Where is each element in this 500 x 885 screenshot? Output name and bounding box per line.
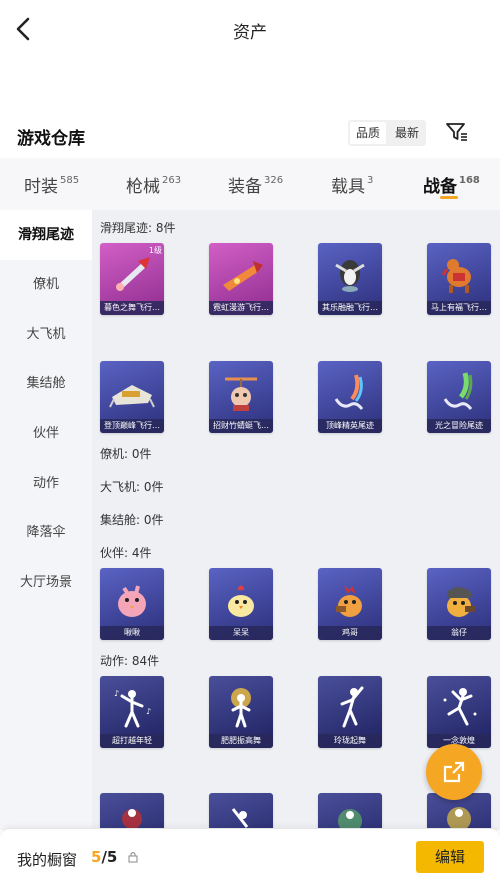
glide-trail-icon bbox=[334, 374, 364, 410]
tab-equipment[interactable]: 装备 326 bbox=[228, 172, 283, 197]
partner-icon bbox=[118, 585, 146, 617]
section-action-label: 动作: 84件 bbox=[100, 654, 160, 668]
page-title: 资产 bbox=[233, 23, 267, 43]
sort-newest-button[interactable]: 最新 bbox=[388, 120, 426, 146]
section-glide-label: 滑翔尾迹: 8件 bbox=[100, 221, 176, 235]
tab-guns[interactable]: 枪械 263 bbox=[126, 172, 181, 197]
share-icon bbox=[443, 761, 465, 783]
sidebar-item-capsule[interactable]: 集结舱 bbox=[0, 359, 92, 409]
lock-icon bbox=[128, 852, 138, 863]
dance-action-icon bbox=[231, 688, 251, 728]
item-card[interactable]: 招财竹蜻蜓飞… bbox=[209, 361, 273, 433]
tab-readiness[interactable]: 战备 168 bbox=[423, 172, 480, 197]
item-card[interactable] bbox=[318, 793, 382, 830]
dance-action-icon bbox=[447, 807, 471, 830]
sidebar-item-partner[interactable]: 伙伴 bbox=[0, 409, 92, 459]
item-card[interactable]: 鸡哥 bbox=[318, 568, 382, 640]
section-partner-label: 伙伴: 4件 bbox=[100, 546, 152, 560]
svg-text:♪: ♪ bbox=[114, 689, 119, 698]
item-card[interactable]: 玲珑起舞 bbox=[318, 676, 382, 748]
partner-icon bbox=[336, 586, 362, 617]
warehouse-title: 游戏仓库 bbox=[17, 129, 85, 149]
sidebar-item-wingman[interactable]: 僚机 bbox=[0, 260, 92, 310]
item-card[interactable]: 一念敦煌 bbox=[427, 676, 491, 748]
glide-trail-icon bbox=[443, 372, 473, 410]
glide-trail-icon bbox=[441, 259, 471, 293]
dance-action-icon bbox=[443, 688, 477, 726]
item-card[interactable]: 翁仔 bbox=[427, 568, 491, 640]
svg-text:♪: ♪ bbox=[146, 707, 151, 716]
showcase-label: 我的橱窗 bbox=[17, 851, 78, 869]
sidebar-item-parachute[interactable]: 降落伞 bbox=[0, 508, 92, 558]
glide-trail-icon bbox=[116, 257, 150, 291]
item-card[interactable] bbox=[100, 793, 164, 830]
item-card[interactable]: 登顶巅峰飞行… bbox=[100, 361, 164, 433]
active-tab-indicator bbox=[440, 196, 458, 199]
glide-trail-icon bbox=[223, 261, 263, 291]
sidebar-item-big-plane[interactable]: 大飞机 bbox=[0, 310, 92, 360]
item-card[interactable]: 顶峰精英尾迹 bbox=[318, 361, 382, 433]
showcase-count: 5/5 bbox=[91, 848, 118, 866]
dance-action-icon: ♪♪ bbox=[114, 689, 151, 728]
glide-trail-icon bbox=[109, 385, 155, 408]
showcase-bar: 我的橱窗 5/5 编辑 bbox=[0, 828, 500, 885]
sidebar-item-glide-trail[interactable]: 滑翔尾迹 bbox=[0, 210, 92, 260]
category-tabs: 时装 585 枪械 263 装备 326 载具 3 战备 168 bbox=[0, 158, 500, 210]
item-card[interactable]: ♪ ♪ 超打越年轻 bbox=[100, 676, 164, 748]
share-button[interactable] bbox=[426, 744, 482, 800]
sort-quality-button[interactable]: 品质 bbox=[350, 122, 387, 144]
tab-vehicles[interactable]: 载具 3 bbox=[331, 172, 373, 197]
section-capsule-label: 集结舱: 0件 bbox=[100, 513, 164, 527]
dance-action-icon bbox=[338, 809, 362, 830]
dance-action-icon bbox=[340, 686, 364, 728]
item-card[interactable]: 呆呆 bbox=[209, 568, 273, 640]
item-card[interactable]: 马上有福飞行… bbox=[427, 243, 491, 315]
partner-icon bbox=[447, 587, 475, 617]
item-card[interactable]: 肥肥振高舞 bbox=[209, 676, 273, 748]
sort-toggle[interactable]: 品质 最新 bbox=[348, 120, 426, 146]
glide-trail-icon bbox=[335, 260, 365, 292]
item-card[interactable] bbox=[209, 793, 273, 830]
sidebar: 滑翔尾迹 僚机 大飞机 集结舱 伙伴 动作 降落伞 大厅场景 bbox=[0, 210, 92, 830]
sidebar-item-lobby-scene[interactable]: 大厅场景 bbox=[0, 558, 92, 608]
glide-trail-icon bbox=[225, 377, 257, 411]
top-bar: 资产 bbox=[0, 0, 500, 60]
item-card[interactable]: 霓虹漫游飞行… bbox=[209, 243, 273, 315]
section-bigplane-label: 大飞机: 0件 bbox=[100, 480, 164, 494]
dance-action-icon bbox=[122, 809, 142, 829]
item-card[interactable]: 其乐融融飞行… bbox=[318, 243, 382, 315]
sidebar-item-action[interactable]: 动作 bbox=[0, 459, 92, 509]
item-card[interactable]: 1级 暮色之舞飞行… bbox=[100, 243, 164, 315]
item-content: 滑翔尾迹: 8件 1级 暮色之舞飞行… 霓虹漫游飞行… 其乐融融飞行… 马上有福… bbox=[92, 210, 500, 830]
dance-action-icon bbox=[231, 808, 249, 828]
item-card[interactable]: 光之冒险尾迹 bbox=[427, 361, 491, 433]
item-card[interactable]: 啾啾 bbox=[100, 568, 164, 640]
filter-icon[interactable] bbox=[444, 120, 468, 144]
section-wingman-label: 僚机: 0件 bbox=[100, 447, 152, 461]
tab-fashion[interactable]: 时装 585 bbox=[24, 172, 79, 197]
partner-icon bbox=[228, 585, 254, 617]
edit-button[interactable]: 编辑 bbox=[416, 841, 484, 873]
